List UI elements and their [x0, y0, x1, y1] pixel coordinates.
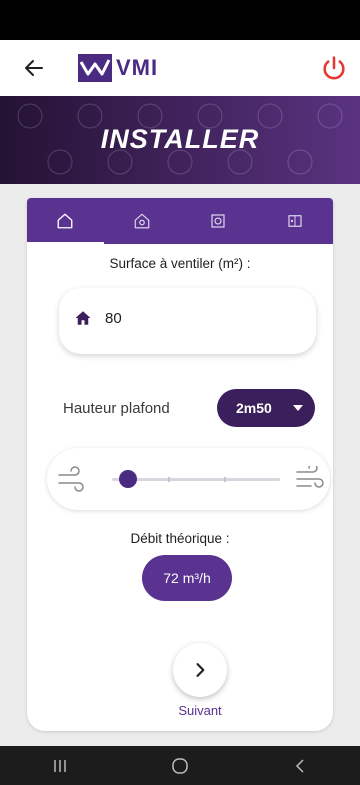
logo-text: VMI: [116, 55, 159, 80]
nav-back-icon: [295, 758, 304, 773]
hauteur-select[interactable]: 2m50: [217, 389, 315, 427]
chevron-down-icon: [293, 405, 303, 411]
recents-icon: [54, 759, 66, 772]
nav-back-button[interactable]: [280, 753, 320, 779]
surface-input[interactable]: [105, 310, 285, 327]
recents-button[interactable]: [40, 753, 80, 779]
arrow-left-icon: [25, 60, 43, 76]
slider-thumb[interactable]: [119, 470, 138, 488]
surface-label: Surface à ventiler (m²) :: [109, 256, 251, 271]
vmi-logo-mark-icon: [78, 54, 112, 82]
vmi-logo: VMI: [78, 54, 158, 82]
tab-ventilation-unit[interactable]: [180, 198, 257, 244]
power-icon: [323, 56, 345, 80]
app-bar: VMI: [0, 40, 360, 96]
debit-label: Débit théorique :: [130, 531, 230, 546]
wind-high-icon: [296, 466, 324, 488]
next-label[interactable]: Suivant: [27, 703, 333, 718]
next-button[interactable]: [173, 643, 227, 697]
chevron-right-icon: [196, 663, 205, 677]
control-panel-icon: [288, 215, 302, 227]
status-bar: [0, 0, 360, 40]
slider-tick: [224, 477, 226, 482]
hauteur-label: Hauteur plafond: [63, 400, 170, 417]
tab-house-config[interactable]: [104, 198, 181, 244]
home-icon: [75, 311, 91, 325]
wind-low-icon: [58, 466, 84, 492]
installer-card: Surface à ventiler (m²) : Hauteur plafon…: [27, 198, 333, 731]
back-button[interactable]: [22, 56, 46, 80]
airflow-slider: [47, 448, 330, 510]
banner: INSTALLER: [0, 96, 360, 184]
surface-field[interactable]: [59, 288, 316, 354]
slider-track[interactable]: [112, 477, 280, 482]
step-tabs: [27, 198, 333, 244]
power-button[interactable]: [320, 54, 348, 82]
home-outline-icon: [57, 213, 73, 229]
tab-control-panel[interactable]: [257, 198, 334, 244]
home-button[interactable]: [160, 753, 200, 779]
house-gear-icon: [134, 213, 150, 229]
tab-surface[interactable]: [27, 198, 104, 244]
slider-tick: [168, 477, 170, 482]
hauteur-selected-value: 2m50: [236, 400, 272, 416]
ventilation-unit-icon: [211, 214, 225, 228]
system-nav-bar: [0, 746, 360, 785]
page-title: INSTALLER: [100, 124, 260, 154]
home-circle-icon: [172, 757, 188, 774]
debit-value: 72 m³/h: [142, 555, 232, 601]
